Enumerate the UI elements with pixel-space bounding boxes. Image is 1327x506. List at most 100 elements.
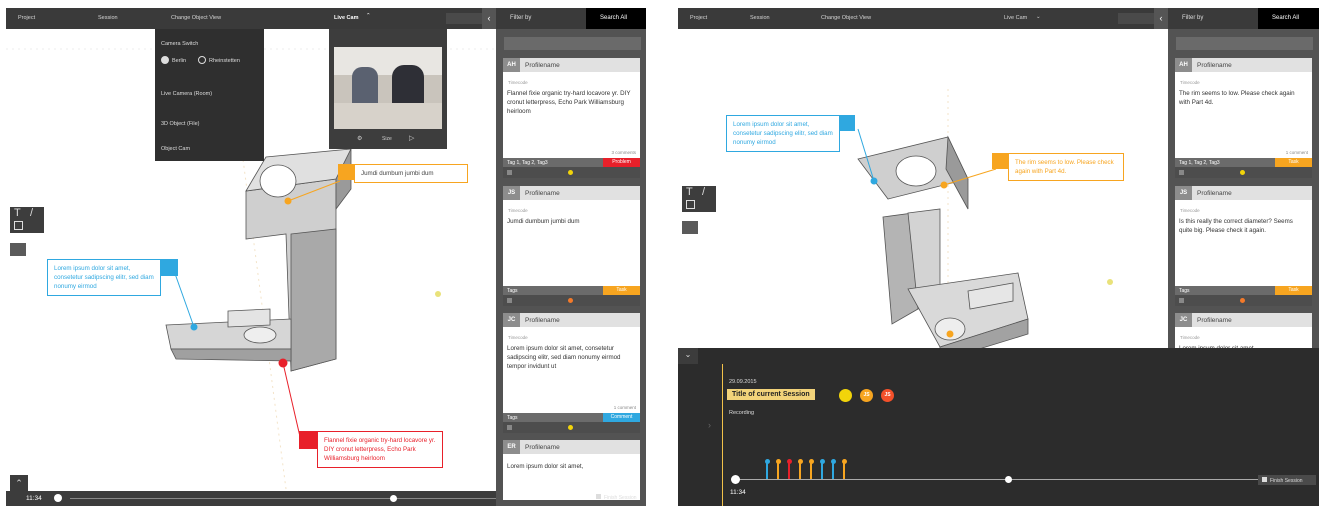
participant-avatar[interactable] (839, 389, 852, 402)
participant-avatar[interactable]: JS (881, 389, 894, 402)
tab-filter-by[interactable]: Filter by (1168, 8, 1248, 29)
annotation-marker-blue[interactable] (839, 115, 855, 131)
timeline-marker[interactable] (808, 459, 814, 464)
status-badge[interactable]: Problem (603, 158, 640, 167)
viewport-3d[interactable]: Lorem ipsum dolor sit amet, consetetur s… (678, 29, 1168, 369)
tags[interactable]: Tag 1, Tag 2, Tag3 (507, 160, 548, 166)
profile-name[interactable]: Profilename (525, 62, 560, 69)
tags[interactable]: Tags (507, 288, 518, 294)
status-badge[interactable]: Task (603, 286, 640, 295)
comment-card[interactable]: JC Profilename Timecode Lorem ipsum dolor s… (503, 313, 640, 433)
toolbar-button[interactable] (446, 13, 482, 24)
comment-count[interactable]: 3 comments (611, 150, 636, 155)
participant-avatar[interactable]: JS (860, 389, 873, 402)
profile-name[interactable]: Profilename (1197, 62, 1232, 69)
tool-option-icon[interactable] (682, 221, 698, 234)
menu-live-camera-room[interactable]: Live Camera (Room) (161, 91, 212, 97)
tags[interactable]: Tag 1, Tag 2, Tag3 (1179, 160, 1220, 166)
play-icon[interactable]: ▷ (409, 134, 414, 142)
timeline-marker[interactable] (786, 459, 792, 464)
comment-card[interactable]: JS Profilename Timecode Is this really the … (1175, 186, 1312, 306)
size-button[interactable]: Size (382, 136, 392, 142)
chevron-down-icon[interactable]: ⌄ (678, 348, 698, 364)
comment-card[interactable]: AH Profilename Timecode The rim seems to lo… (1175, 58, 1312, 178)
tags[interactable]: Tags (1179, 288, 1190, 294)
checkbox-icon[interactable] (507, 298, 512, 303)
timeline-marker[interactable] (841, 459, 847, 464)
menu-change-object-view[interactable]: Change Object View (171, 15, 221, 21)
gear-icon[interactable]: ⚙ (357, 135, 362, 142)
profile-name[interactable]: Profilename (1197, 190, 1232, 197)
playback-track[interactable] (736, 479, 1302, 480)
checkbox-icon[interactable] (507, 170, 512, 175)
radio-rheinstetten-label[interactable]: Rheinstetten (209, 58, 240, 64)
annotation-blue[interactable]: Lorem ipsum dolor sit amet, consetetur s… (726, 115, 840, 152)
playback-knob[interactable] (1004, 476, 1012, 483)
profile-name[interactable]: Profilename (1197, 317, 1232, 324)
pen-tool-icon[interactable]: / (30, 207, 33, 219)
search-input[interactable] (504, 37, 641, 50)
menu-project[interactable]: Project (18, 15, 35, 21)
finish-session-button[interactable]: Finish Session (596, 494, 637, 501)
annotation-red[interactable]: Flannel fixie organic try-hard locavore … (317, 431, 443, 468)
menu-project[interactable]: Project (690, 15, 707, 21)
checkbox-icon[interactable] (1179, 298, 1184, 303)
annotation-yellow[interactable]: The rim seems to low. Please check again… (1008, 153, 1124, 181)
chevron-up-icon[interactable]: ⌃ (10, 475, 28, 491)
menu-change-object-view[interactable]: Change Object View (821, 15, 871, 21)
record-button[interactable] (54, 494, 62, 502)
finish-session-button[interactable]: Finish Session (1258, 475, 1316, 485)
radio-rheinstetten[interactable] (198, 56, 206, 64)
timeline-marker[interactable] (830, 459, 836, 464)
text-tool-icon[interactable]: T (686, 186, 693, 198)
menu-object-cam[interactable]: Object Cam (161, 146, 190, 152)
tab-search-all[interactable]: Search All (586, 8, 646, 29)
menu-session[interactable]: Session (98, 15, 118, 21)
record-button[interactable] (731, 475, 740, 484)
checkbox-icon[interactable] (507, 425, 512, 430)
session-title[interactable]: Title of current Session (727, 389, 815, 400)
menu-live-cam[interactable]: Live Cam (1004, 15, 1027, 21)
annotation-blue[interactable]: Lorem ipsum dolor sit amet, consetetur s… (47, 259, 161, 296)
status-badge[interactable]: Task (1275, 286, 1312, 295)
annotation-marker-blue[interactable] (161, 259, 178, 276)
timeline-marker[interactable] (775, 459, 781, 464)
checkbox-icon[interactable] (1179, 170, 1184, 175)
search-input[interactable] (1176, 37, 1313, 50)
text-tool-icon[interactable]: T (14, 207, 21, 219)
radio-berlin-label[interactable]: Berlin (172, 58, 186, 64)
chevron-up-icon[interactable]: ⌃ (366, 13, 371, 19)
toolbar-button[interactable] (1118, 13, 1154, 24)
annotation-marker-red[interactable] (299, 431, 317, 449)
annotation-yellow[interactable]: Jumdi dumbum jumbi dum (354, 164, 468, 183)
annotation-marker-yellow[interactable] (338, 164, 354, 180)
comment-count[interactable]: 1 comment (1286, 150, 1308, 155)
chevron-down-icon[interactable]: ⌄ (1036, 14, 1041, 20)
profile-name[interactable]: Profilename (525, 444, 560, 451)
annotation-marker-yellow[interactable] (992, 153, 1008, 169)
status-badge[interactable]: Task (1275, 158, 1312, 167)
rectangle-tool-icon[interactable] (14, 221, 23, 230)
timeline-marker[interactable] (819, 459, 825, 464)
playback-knob[interactable] (389, 495, 397, 502)
chevron-right-icon[interactable]: › (708, 420, 711, 430)
comment-card[interactable]: JS Profilename Timecode Jumdi dumbum jumbi … (503, 186, 640, 306)
pen-tool-icon[interactable]: / (702, 186, 705, 198)
collapse-panel-icon[interactable]: ‹ (1154, 8, 1168, 29)
profile-name[interactable]: Profilename (525, 317, 560, 324)
tab-search-all[interactable]: Search All (1258, 8, 1319, 29)
timeline-marker[interactable] (764, 459, 770, 464)
comment-card[interactable]: ER Profilename Lorem ipsum dolor sit amet, (503, 440, 640, 500)
radio-berlin[interactable] (161, 56, 169, 64)
menu-live-cam[interactable]: Live Cam (334, 15, 358, 21)
tool-option-icon[interactable] (10, 243, 26, 256)
menu-3d-object[interactable]: 3D Object (File) (161, 121, 200, 127)
status-badge[interactable]: Comment (603, 413, 640, 422)
tab-filter-by[interactable]: Filter by (496, 8, 576, 29)
collapse-panel-icon[interactable]: ‹ (482, 8, 496, 29)
comment-count[interactable]: 1 comment (614, 405, 636, 410)
profile-name[interactable]: Profilename (525, 190, 560, 197)
menu-session[interactable]: Session (750, 15, 770, 21)
rectangle-tool-icon[interactable] (686, 200, 695, 209)
comment-card[interactable]: AH Profilename Timecode Flannel fixie organ… (503, 58, 640, 178)
